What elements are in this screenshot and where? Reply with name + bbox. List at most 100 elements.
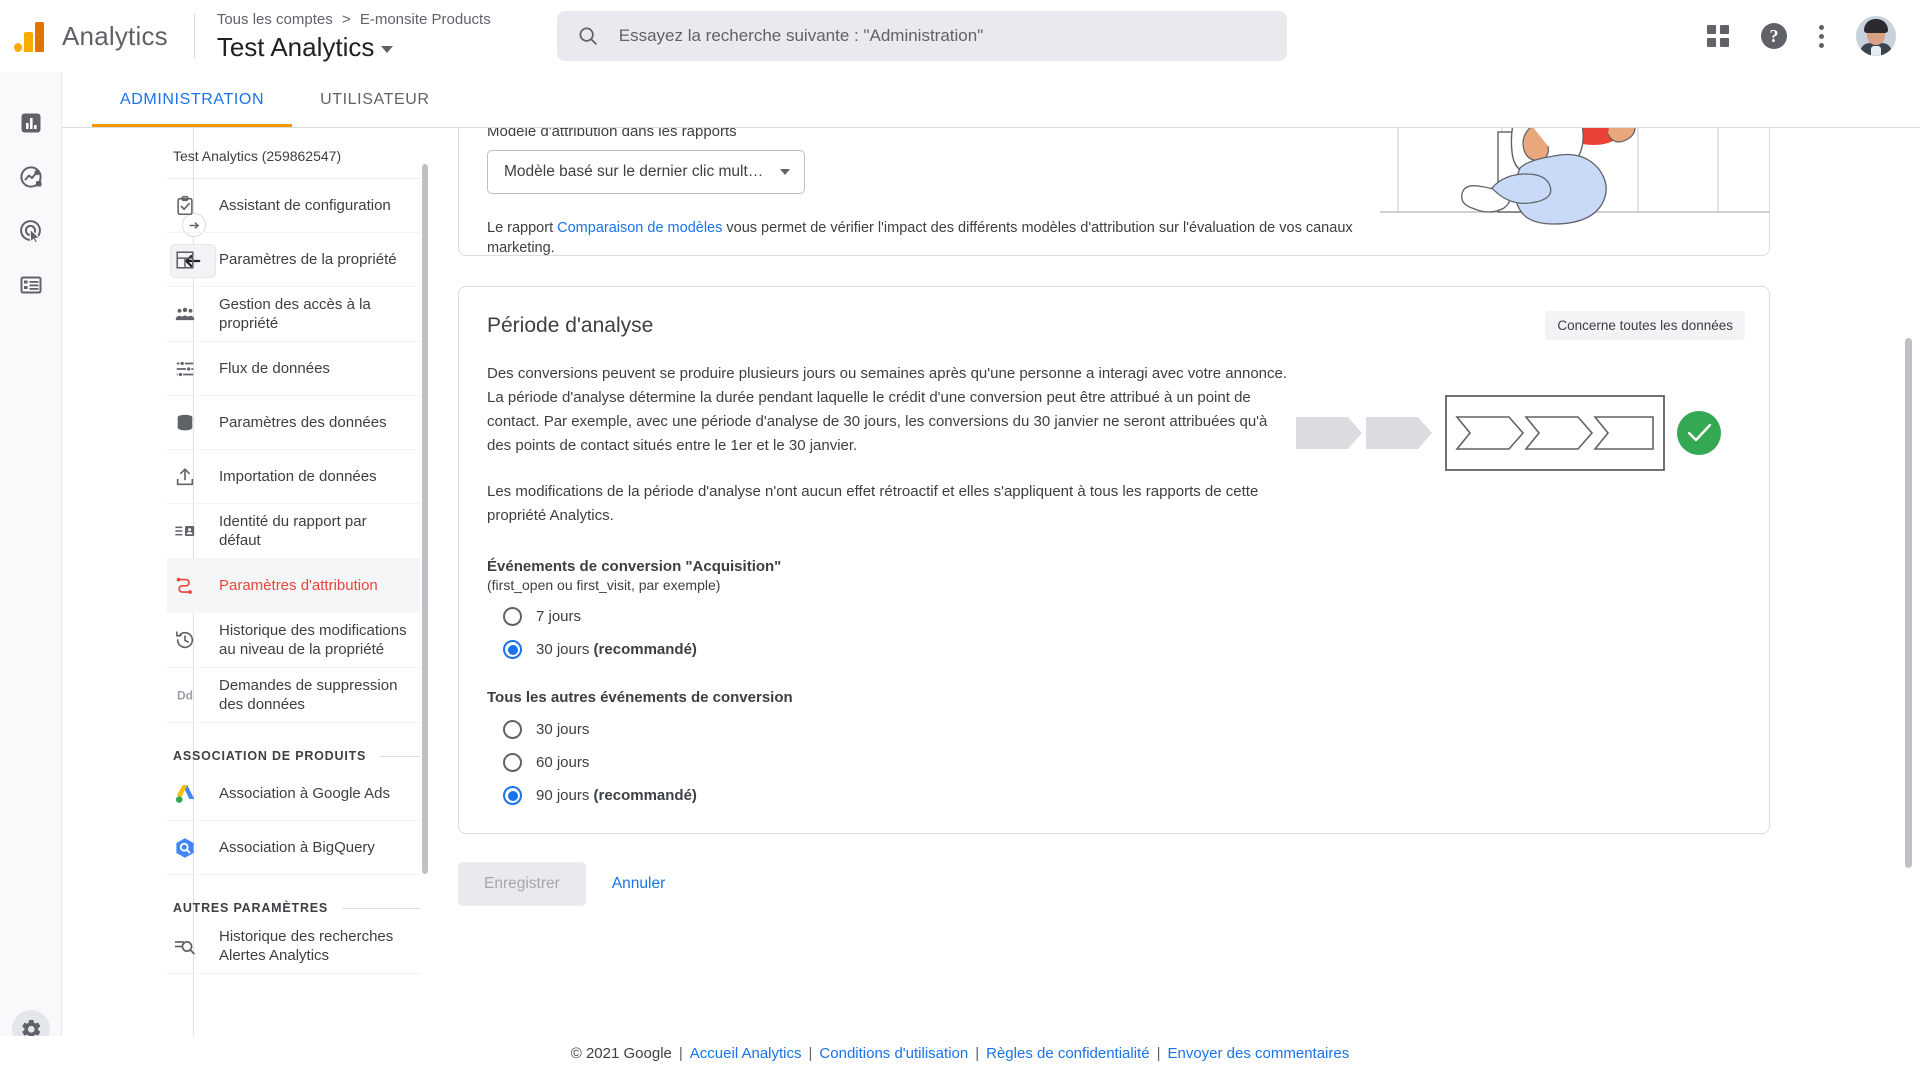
sidebar-item-label: Historique des modifications au niveau d… — [219, 622, 407, 658]
sidebar-item-data-deletion-requests[interactable]: Dd Demandes de suppression des données — [167, 668, 420, 723]
sidebar-property-label: Test Analytics (259862547) — [167, 148, 420, 179]
advertising-target-icon — [19, 220, 41, 244]
upload-icon — [173, 466, 197, 488]
sidebar-item-data-streams[interactable]: Flux de données — [167, 342, 420, 396]
radio-other-30-days[interactable]: 30 jours — [487, 720, 1741, 739]
chevron-down-icon[interactable] — [381, 45, 394, 53]
sidebar-item-search-history[interactable]: Historique des recherches Alertes Analyt… — [167, 919, 420, 974]
sidebar-item-label: Identité du rapport par défaut — [219, 513, 367, 549]
sidebar-item-label: Paramètres de la propriété — [219, 251, 397, 268]
radio-other-60-days[interactable]: 60 jours — [487, 753, 1741, 772]
sidebar-section-label: AUTRES PARAMÈTRES — [173, 901, 329, 915]
other-events-group-title: Tous les autres événements de conversion — [487, 689, 793, 706]
sidebar-item-setup-assistant[interactable]: Assistant de configuration — [167, 179, 420, 233]
cancel-button[interactable]: Annuler — [612, 875, 665, 893]
radio-label: 30 jours (recommandé) — [536, 641, 697, 658]
left-nav-rail — [0, 72, 62, 1070]
sidebar-item-label: Importation de données — [219, 468, 377, 485]
chevron-down-icon — [780, 169, 790, 175]
sidebar-item-label: Paramètres des données — [219, 414, 387, 431]
radio-icon-selected — [503, 786, 522, 805]
tab-utilisateur[interactable]: UTILISATEUR — [292, 72, 457, 127]
attribution-model-value: Modèle basé sur le dernier clic mult… — [504, 163, 764, 180]
sidebar-item-attribution-settings[interactable]: Paramètres d'attribution — [167, 559, 420, 613]
divider — [380, 755, 420, 757]
sidebar-item-property-settings[interactable]: Paramètres de la propriété — [167, 233, 420, 287]
avatar[interactable] — [1856, 16, 1896, 56]
helper-pre: Le rapport — [487, 220, 558, 236]
attribution-illustration — [1380, 128, 1770, 256]
sidebar-item-label: Assistant de configuration — [219, 197, 391, 214]
footer-link-feedback[interactable]: Envoyer des commentaires — [1167, 1045, 1349, 1062]
sidebar-item-data-import[interactable]: Importation de données — [167, 450, 420, 504]
radio-icon-selected — [503, 640, 522, 659]
radio-icon — [503, 607, 522, 626]
history-icon — [173, 629, 197, 651]
rail-item-advertising[interactable] — [7, 204, 55, 258]
other-events-group: Tous les autres événements de conversion… — [459, 689, 1769, 805]
sidebar-item-reporting-identity[interactable]: Identité du rapport par défaut — [167, 504, 420, 559]
sidebar-scroll-area: Test Analytics (259862547) Assistant de … — [62, 128, 432, 1036]
radio-icon — [503, 720, 522, 739]
footer-link-privacy[interactable]: Règles de confidentialité — [986, 1045, 1149, 1062]
sidebar-item-access-management[interactable]: Gestion des accès à la propriété — [167, 287, 420, 342]
lookback-diagram — [1287, 362, 1741, 528]
model-comparison-link[interactable]: Comparaison de modèles — [557, 220, 722, 236]
search-icon — [579, 27, 597, 45]
footer-link-terms[interactable]: Conditions d'utilisation — [819, 1045, 968, 1062]
svg-text:Dd: Dd — [177, 689, 193, 703]
footer-separator: | — [808, 1044, 813, 1062]
admin-sidebar: Test Analytics (259862547) Assistant de … — [62, 128, 432, 1036]
funnel-chevrons-icon — [1296, 395, 1721, 471]
footer-separator: | — [1156, 1044, 1161, 1062]
help-button[interactable]: ? — [1761, 23, 1787, 49]
sidebar-item-bigquery-link[interactable]: Association à BigQuery — [167, 821, 420, 875]
property-title: Test Analytics — [216, 31, 375, 62]
help-icon: ? — [1761, 23, 1787, 49]
sidebar-scrollbar[interactable] — [422, 164, 428, 874]
sidebar-item-label: Historique des recherches Alertes Analyt… — [219, 928, 394, 964]
person-illustration-icon — [1380, 128, 1770, 225]
bigquery-icon — [173, 836, 197, 860]
more-vertical-icon — [1819, 24, 1824, 48]
radio-other-90-days[interactable]: 90 jours (recommandé) — [487, 786, 1741, 805]
breadcrumb-root[interactable]: Tous les comptes — [217, 11, 333, 28]
search-placeholder: Essayez la recherche suivante : "Adminis… — [618, 26, 984, 45]
apps-grid-button[interactable] — [1707, 25, 1729, 47]
top-bar: Analytics Tous les comptes > E-monsite P… — [0, 0, 1920, 72]
sidebar-item-google-ads-link[interactable]: Association à Google Ads — [167, 767, 420, 821]
breadcrumb-separator: > — [341, 10, 351, 28]
footer: © 2021 Google | Accueil Analytics | Cond… — [0, 1036, 1920, 1070]
home-bar-chart-icon — [21, 113, 40, 133]
sidebar-item-data-settings[interactable]: Paramètres des données — [167, 396, 420, 450]
breadcrumb-account[interactable]: E-monsite Products — [360, 11, 491, 28]
tab-administration[interactable]: ADMINISTRATION — [92, 72, 293, 127]
checklist-icon — [173, 195, 197, 217]
footer-link-analytics-home[interactable]: Accueil Analytics — [690, 1045, 802, 1062]
radio-label: 90 jours (recommandé) — [536, 787, 697, 804]
search-input[interactable]: Essayez la recherche suivante : "Adminis… — [556, 11, 1287, 61]
attribution-model-select[interactable]: Modèle basé sur le dernier clic mult… — [487, 150, 805, 194]
sidebar-section-products: ASSOCIATION DE PRODUITS — [173, 749, 420, 763]
people-icon — [173, 303, 197, 325]
rail-item-library[interactable] — [7, 258, 55, 312]
radio-acquisition-30-days[interactable]: 30 jours (recommandé) — [487, 640, 1741, 659]
acquisition-group-title: Événements de conversion "Acquisition" — [487, 558, 782, 575]
analytics-logo-icon — [14, 20, 44, 52]
tab-bar: ADMINISTRATION UTILISATEUR — [0, 72, 1920, 128]
rail-item-insights[interactable] — [7, 150, 55, 204]
apps-grid-icon — [1707, 25, 1729, 47]
library-table-icon — [20, 276, 41, 294]
lookback-window-card: Période d'analyse Concerne toutes les do… — [458, 286, 1770, 834]
sidebar-item-label: Flux de données — [219, 360, 330, 377]
radio-acquisition-7-days[interactable]: 7 jours — [487, 607, 1741, 626]
more-options-button[interactable] — [1819, 24, 1824, 48]
datastream-icon — [173, 358, 197, 380]
account-selector[interactable]: Tous les comptes > E-monsite Products Te… — [217, 10, 491, 63]
sidebar-item-label: Gestion des accès à la propriété — [219, 296, 371, 332]
rail-item-home[interactable] — [7, 96, 55, 150]
content-scrollbar[interactable] — [1905, 338, 1912, 868]
sidebar-item-change-history[interactable]: Historique des modifications au niveau d… — [167, 613, 420, 668]
lookback-paragraph-2: Les modifications de la période d'analys… — [487, 483, 1259, 524]
save-button[interactable]: Enregistrer — [458, 862, 586, 906]
